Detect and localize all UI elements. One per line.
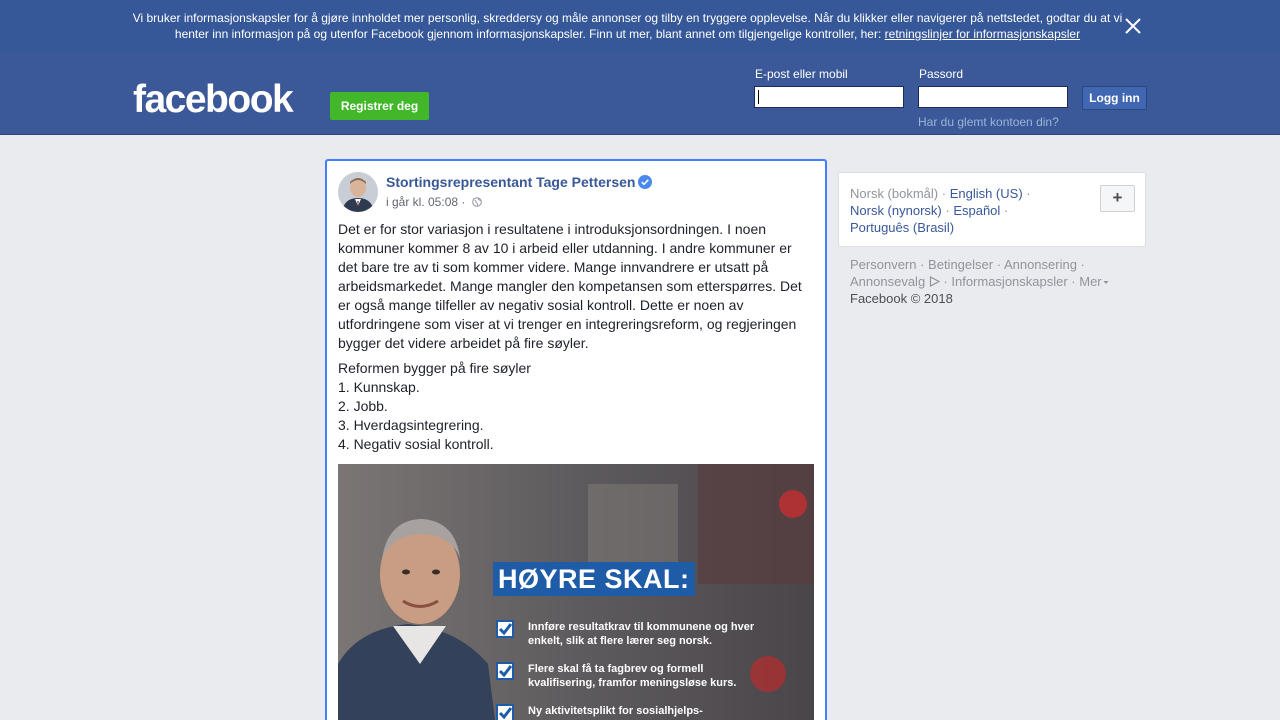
checkbox-icon	[496, 662, 514, 680]
language-link[interactable]: Español	[953, 203, 1000, 218]
globe-icon	[471, 196, 482, 207]
checkbox-icon	[496, 704, 514, 720]
add-language-button[interactable]: +	[1100, 185, 1135, 212]
language-list: Norsk (bokmål) · English (US) · Norsk (n…	[850, 186, 1031, 235]
image-bullets: Innføre resultatkrav til kommunene og hv…	[496, 620, 796, 720]
cookie-banner: Vi bruker informasjonskapsler for å gjør…	[0, 0, 1280, 52]
verified-badge-icon	[638, 175, 652, 189]
avatar[interactable]	[338, 172, 378, 212]
email-field[interactable]	[754, 86, 904, 108]
register-button[interactable]: Registrer deg	[330, 92, 429, 120]
post-list: Reformen bygger på fire søyler 1. Kunnsk…	[338, 359, 814, 454]
chevron-down-icon	[1102, 274, 1110, 289]
cookie-banner-text: Vi bruker informasjonskapsler for å gjør…	[130, 10, 1125, 42]
post-list-item: 1. Kunnskap.	[338, 379, 420, 395]
facebook-logo[interactable]: facebook	[133, 78, 294, 122]
post-list-item: 3. Hverdagsintegrering.	[338, 417, 484, 433]
login-button[interactable]: Logg inn	[1082, 86, 1147, 110]
footer-link[interactable]: Annonsevalg	[850, 274, 925, 289]
post-paragraph: Det er for stor variasjon i resultatene …	[338, 221, 802, 351]
email-label: E-post eller mobil	[755, 67, 848, 81]
text-caret	[758, 90, 759, 104]
adchoices-icon	[929, 274, 941, 289]
copyright: Facebook © 2018	[850, 291, 953, 306]
post-timestamp: i går kl. 05:08 ·	[386, 195, 482, 209]
language-link[interactable]: Português (Brasil)	[850, 220, 954, 235]
password-field[interactable]	[918, 86, 1068, 108]
image-bullet: Innføre resultatkrav til kommunene og hv…	[496, 620, 796, 662]
image-bullet: Ny aktivitetsplikt for sosialhjelps-	[496, 704, 796, 720]
footer: Personvern · Betingelser · Annonsering ·…	[850, 256, 1140, 307]
footer-link[interactable]: Personvern	[850, 257, 916, 272]
post-image[interactable]: HØYRE SKAL: Innføre resultatkrav til kom…	[338, 464, 814, 720]
cookie-policy-link[interactable]: retningslinjer for informasjonskapsler	[885, 27, 1080, 41]
footer-link-more[interactable]: Mer	[1079, 274, 1101, 289]
post-author[interactable]: Stortingsrepresentant Tage Pettersen	[386, 174, 635, 190]
forgot-account-link[interactable]: Har du glemt kontoen din?	[918, 115, 1059, 129]
image-bullet-text: Ny aktivitetsplikt for sosialhjelps-	[528, 705, 703, 717]
post-body: Det er for stor variasjon i resultatene …	[338, 220, 814, 454]
password-label: Passord	[919, 67, 964, 81]
post-list-item: 2. Jobb.	[338, 398, 388, 414]
footer-link[interactable]: Betingelser	[928, 257, 993, 272]
close-icon[interactable]	[1122, 15, 1144, 37]
image-headline: HØYRE SKAL:	[493, 562, 695, 596]
post-time[interactable]: i går kl. 05:08 ·	[386, 195, 465, 209]
footer-link[interactable]: Informasjonskapsler	[951, 274, 1067, 289]
image-bullet-text: Innføre resultatkrav til kommunene og hv…	[528, 621, 755, 647]
language-selector: Norsk (bokmål) · English (US) · Norsk (n…	[838, 172, 1146, 247]
language-link[interactable]: Norsk (nynorsk)	[850, 203, 942, 218]
checkbox-icon	[496, 620, 514, 638]
post-list-title: Reformen bygger på fire søyler	[338, 360, 531, 376]
post-card: Stortingsrepresentant Tage Pettersen i g…	[325, 159, 827, 720]
language-current: Norsk (bokmål)	[850, 186, 939, 201]
language-link[interactable]: English (US)	[950, 186, 1023, 201]
top-header: facebook Registrer deg E-post eller mobi…	[0, 52, 1280, 135]
post-list-item: 4. Negativ sosial kontroll.	[338, 436, 494, 452]
footer-link[interactable]: Annonsering	[1004, 257, 1077, 272]
image-bullet-text: Flere skal få ta fagbrev og formell kval…	[528, 663, 737, 689]
image-bullet: Flere skal få ta fagbrev og formell kval…	[496, 662, 796, 704]
